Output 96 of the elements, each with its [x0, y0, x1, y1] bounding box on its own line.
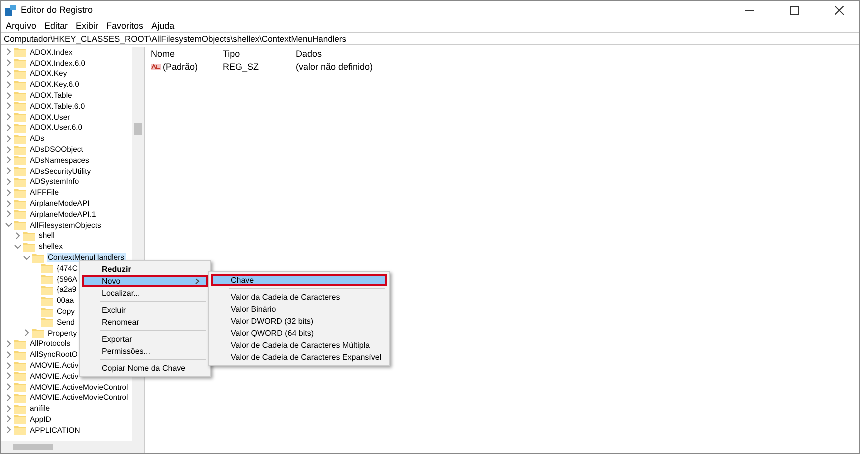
folder-icon	[14, 90, 26, 101]
folder-icon	[14, 371, 26, 382]
menu-item[interactable]: Localizar...	[82, 287, 208, 299]
value-name: (Padrão)	[163, 62, 198, 72]
menu-bar-item[interactable]: Ajuda	[152, 20, 175, 30]
chevron-right-icon[interactable]	[4, 414, 14, 424]
folder-icon	[14, 338, 26, 349]
chevron-right-icon[interactable]	[4, 382, 14, 392]
menu-bar-item[interactable]: Favoritos	[106, 20, 144, 30]
chevron-right-icon[interactable]	[4, 404, 14, 414]
folder-icon	[14, 155, 26, 166]
chevron-right-icon[interactable]	[4, 371, 14, 382]
folder-icon	[32, 252, 44, 263]
chevron-right-icon[interactable]	[4, 176, 14, 187]
value-type: REG_SZ	[223, 62, 260, 72]
chevron-right-icon[interactable]	[4, 425, 14, 436]
folder-icon	[14, 144, 26, 155]
menu-item[interactable]: Copiar Nome da Chave	[82, 362, 208, 374]
menu-item[interactable]: Excluir	[82, 304, 208, 316]
folder-icon	[23, 230, 35, 241]
column-header[interactable]: Tipo	[223, 48, 296, 58]
menu-bar-item[interactable]: Exibir	[76, 20, 99, 30]
chevron-right-icon[interactable]	[4, 90, 14, 101]
folder-icon	[14, 176, 26, 187]
folder-icon	[14, 188, 26, 198]
menu-item[interactable]: Exportar	[82, 333, 208, 345]
chevron-right-icon[interactable]	[22, 328, 32, 338]
chevron-right-icon[interactable]	[4, 80, 14, 90]
folder-icon	[41, 296, 53, 306]
menu-item[interactable]: Valor QWORD (64 bits)	[211, 327, 387, 339]
folder-icon	[41, 306, 53, 317]
folder-icon	[14, 209, 26, 220]
menu-item[interactable]: Valor de Cadeia de Caracteres Expansível	[211, 351, 387, 363]
chevron-right-icon[interactable]	[4, 112, 14, 122]
menu-item[interactable]: Novo	[82, 275, 208, 287]
menu-item[interactable]: Reduzir	[82, 263, 208, 275]
folder-icon	[14, 392, 26, 403]
menu-item[interactable]: Renomear	[82, 316, 208, 328]
chevron-right-icon[interactable]	[13, 230, 23, 241]
chevron-right-icon[interactable]	[4, 338, 14, 349]
folder-icon	[41, 274, 53, 284]
address-bar[interactable]: Computador\HKEY_CLASSES_ROOT\AllFilesystemObjects\shellex\ContextMenuHandlers	[4, 34, 346, 44]
folder-icon	[14, 122, 26, 133]
string-value-icon	[151, 62, 161, 70]
folder-icon	[14, 382, 26, 392]
folder-icon	[14, 47, 26, 58]
chevron-right-icon[interactable]	[4, 68, 14, 79]
folder-icon	[41, 263, 53, 274]
chevron-right-icon[interactable]	[4, 144, 14, 155]
folder-icon	[14, 134, 26, 144]
folder-icon	[14, 112, 26, 122]
horizontal-scrollbar[interactable]	[1, 441, 144, 453]
chevron-right-icon[interactable]	[4, 122, 14, 133]
chevron-right-icon[interactable]	[4, 392, 14, 403]
menu-bar-item[interactable]: Editar	[44, 20, 68, 30]
folder-icon	[14, 166, 26, 176]
menu-item[interactable]: Valor de Cadeia de Caracteres Múltipla	[211, 339, 387, 351]
menu-item[interactable]: Chave	[211, 274, 387, 286]
menu-item[interactable]: Permissões...	[82, 345, 208, 357]
folder-icon	[14, 404, 26, 414]
folder-icon	[14, 198, 26, 209]
chevron-right-icon[interactable]	[4, 47, 14, 58]
folder-icon	[14, 80, 26, 90]
folder-icon	[32, 328, 44, 338]
chevron-right-icon[interactable]	[4, 58, 14, 68]
menu-item[interactable]: Valor da Cadeia de Caracteres	[211, 291, 387, 303]
column-header[interactable]: Dados	[296, 48, 496, 58]
chevron-right-icon[interactable]	[4, 188, 14, 198]
folder-icon	[14, 350, 26, 360]
folder-icon	[14, 425, 26, 436]
value-data: (valor não definido)	[296, 62, 374, 72]
window-title: Editor do Registro	[21, 5, 94, 15]
folder-icon	[14, 414, 26, 424]
chevron-right-icon[interactable]	[4, 350, 14, 360]
chevron-right-icon[interactable]	[4, 155, 14, 166]
registry-cubes-icon	[5, 4, 16, 16]
folder-icon	[14, 58, 26, 68]
folder-icon	[41, 317, 53, 328]
close-icon	[834, 6, 844, 14]
menu-item[interactable]: Valor DWORD (32 bits)	[211, 315, 387, 327]
folder-icon	[14, 101, 26, 112]
folder-icon	[41, 284, 53, 295]
menu-item[interactable]: Valor Binário	[211, 303, 387, 315]
chevron-right-icon[interactable]	[4, 101, 14, 112]
folder-icon	[23, 242, 35, 252]
menu-bar-item[interactable]: Arquivo	[6, 20, 37, 30]
chevron-right-icon[interactable]	[4, 360, 14, 370]
chevron-right-icon[interactable]	[4, 134, 14, 144]
folder-icon	[14, 220, 26, 230]
chevron-right-icon[interactable]	[4, 198, 14, 209]
folder-icon	[14, 68, 26, 79]
maximize-icon	[790, 6, 798, 14]
chevron-right-icon[interactable]	[4, 209, 14, 220]
folder-icon	[14, 360, 26, 370]
chevron-right-icon[interactable]	[4, 166, 14, 176]
column-header[interactable]: Nome	[151, 48, 223, 58]
